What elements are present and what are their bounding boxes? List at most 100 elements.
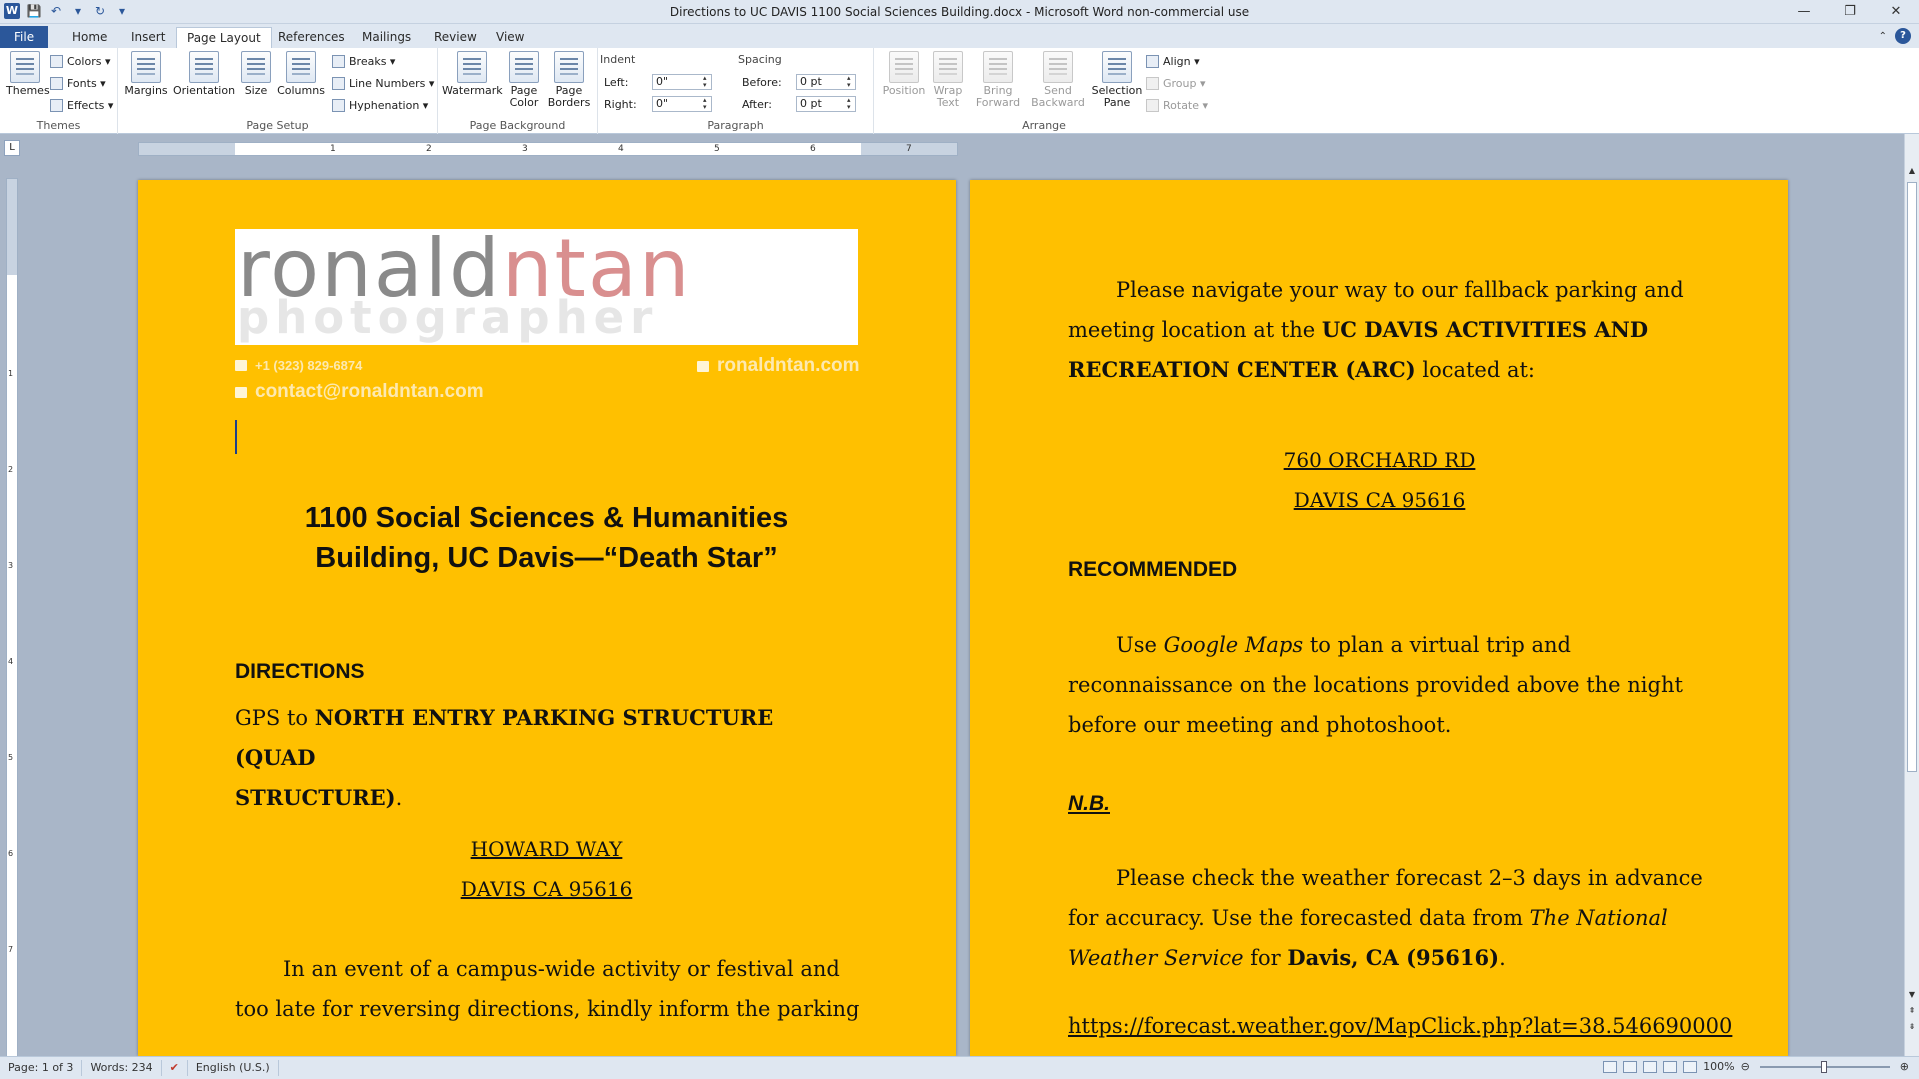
align-button[interactable]: Align ▾ (1146, 52, 1200, 70)
vruler-number: 7 (8, 945, 14, 954)
language-indicator[interactable]: English (U.S.) (188, 1060, 279, 1076)
size-icon (241, 51, 271, 83)
group-page-background: Watermark Page Color Page Borders Page B… (438, 48, 598, 134)
status-bar: Page: 1 of 3 Words: 234 ✔ English (U.S.)… (0, 1056, 1919, 1079)
web-layout-view-icon[interactable] (1643, 1060, 1658, 1073)
directions-heading: DIRECTIONS (235, 660, 365, 683)
orientation-button[interactable]: Orientation (172, 51, 236, 97)
hyphenation-button[interactable]: Hyphenation ▾ (332, 96, 428, 114)
scroll-down-icon[interactable]: ▼ (1905, 990, 1919, 1002)
window-title: Directions to UC DAVIS 1100 Social Scien… (669, 5, 1250, 19)
maximize-button[interactable]: ❐ (1827, 0, 1873, 24)
zoom-slider-knob[interactable] (1820, 1060, 1827, 1073)
indent-right-input[interactable]: 0" (652, 96, 712, 112)
text-cursor (235, 420, 237, 454)
zoom-in-icon[interactable]: ⊕ (1900, 1060, 1909, 1073)
selection-pane-button[interactable]: Selection Pane (1090, 51, 1144, 109)
arc-address-line-1: 760 ORCHARD RD (1283, 448, 1476, 472)
zoom-out-icon[interactable]: ⊖ (1741, 1060, 1750, 1073)
page-color-button[interactable]: Page Color (504, 51, 544, 109)
minimize-button[interactable]: — (1781, 0, 1827, 24)
outline-view-icon[interactable] (1663, 1060, 1678, 1073)
ruler-number: 1 (330, 144, 336, 154)
tab-review[interactable]: Review (424, 27, 487, 48)
vertical-scrollbar[interactable]: ▲ ▼ ⇞ ⇟ (1904, 134, 1919, 1056)
tab-insert[interactable]: Insert (121, 27, 175, 48)
print-layout-view-icon[interactable] (1603, 1060, 1618, 1073)
scrollbar-thumb[interactable] (1907, 182, 1917, 772)
send-backward-button[interactable]: Send Backward (1028, 51, 1088, 109)
vertical-ruler-margin (7, 179, 17, 275)
page-color-icon (509, 51, 539, 83)
spacing-before-spinner: Before: 0 pt (742, 74, 856, 90)
navigate-paragraph: Please navigate your way to our fallback… (1068, 278, 1684, 382)
arc-address-line-2: DAVIS CA 95616 (1293, 488, 1466, 512)
tab-mailings[interactable]: Mailings (352, 27, 421, 48)
rotate-button[interactable]: Rotate ▾ (1146, 96, 1208, 114)
web-icon (697, 360, 709, 372)
ruler-number: 2 (426, 144, 432, 154)
orientation-icon (189, 51, 219, 83)
weather-url-link[interactable]: https://forecast.weather.gov/MapClick.ph… (1068, 1006, 1732, 1046)
tab-references[interactable]: References (268, 27, 355, 48)
effects-button[interactable]: Effects ▾ (50, 96, 113, 114)
tab-page-layout[interactable]: Page Layout (176, 27, 272, 48)
document-page-1[interactable]: ronaldntan photographer +1 (323) 829-687… (138, 180, 956, 1056)
line-numbers-button[interactable]: Line Numbers ▾ (332, 74, 434, 92)
page-count[interactable]: Page: 1 of 3 (0, 1060, 83, 1076)
ruler-number: 5 (714, 144, 720, 154)
wrap-text-button[interactable]: Wrap Text (928, 51, 968, 109)
zoom-level[interactable]: 100% (1703, 1060, 1734, 1073)
page-borders-button[interactable]: Page Borders (546, 51, 592, 109)
photographer-logo: ronaldntan photographer (235, 229, 858, 345)
columns-button[interactable]: Columns (276, 51, 326, 97)
word-count[interactable]: Words: 234 (82, 1060, 162, 1076)
selection-pane-icon (1102, 51, 1132, 83)
minimize-ribbon-icon[interactable]: ⌃ (1879, 31, 1887, 42)
zoom-slider[interactable] (1759, 1060, 1890, 1073)
margins-button[interactable]: Margins (124, 51, 168, 97)
draft-view-icon[interactable] (1683, 1060, 1698, 1073)
full-screen-view-icon[interactable] (1623, 1060, 1638, 1073)
indent-label: Indent (600, 53, 636, 66)
proofing-icon[interactable]: ✔ (162, 1060, 188, 1076)
title-bar: W 💾 ↶ ▾ ↻ ▾ Directions to UC DAVIS 1100 … (0, 0, 1919, 24)
group-label: Themes (36, 119, 81, 132)
vruler-number: 3 (8, 561, 14, 570)
close-button[interactable]: ✕ (1873, 0, 1919, 24)
position-button[interactable]: Position (882, 51, 926, 97)
tab-home[interactable]: Home (62, 27, 117, 48)
group-label: Page Setup (246, 119, 309, 132)
margins-icon (131, 51, 161, 83)
indent-left-input[interactable]: 0" (652, 74, 712, 90)
tab-file[interactable]: File (0, 26, 49, 48)
prev-page-icon[interactable]: ⇞ (1905, 1006, 1919, 1018)
scroll-up-icon[interactable]: ▲ (1905, 166, 1919, 178)
group-icon (1146, 76, 1159, 90)
website-text: ronaldntan.com (717, 355, 860, 376)
themes-button[interactable]: Themes (6, 51, 50, 97)
spacing-before-input[interactable]: 0 pt (796, 74, 856, 90)
next-page-icon[interactable]: ⇟ (1905, 1022, 1919, 1034)
event-paragraph: In an event of a campus-wide activity or… (235, 957, 860, 1021)
phone-line: +1 (323) 829-6874 (235, 358, 362, 373)
vertical-ruler[interactable]: 1 2 3 4 5 6 7 (6, 178, 18, 1058)
group-button[interactable]: Group ▾ (1146, 74, 1206, 92)
colors-button[interactable]: Colors ▾ (50, 52, 110, 70)
breaks-button[interactable]: Breaks ▾ (332, 52, 395, 70)
help-icon[interactable]: ? (1895, 28, 1911, 44)
spacing-after-input[interactable]: 0 pt (796, 96, 856, 112)
address-line-2: DAVIS CA 95616 (460, 877, 633, 901)
size-button[interactable]: Size (240, 51, 272, 97)
tab-selector[interactable]: L (4, 140, 20, 156)
fonts-button[interactable]: Fonts ▾ (50, 74, 106, 92)
document-page-2[interactable]: Please navigate your way to our fallback… (970, 180, 1788, 1056)
bring-forward-button[interactable]: Bring Forward (970, 51, 1026, 109)
horizontal-ruler[interactable]: 1 2 3 4 5 6 7 (138, 142, 958, 156)
vruler-number: 6 (8, 849, 14, 858)
watermark-button[interactable]: Watermark (442, 51, 503, 97)
tab-view[interactable]: View (486, 27, 534, 48)
line-numbers-icon (332, 76, 345, 90)
bring-forward-icon (983, 51, 1013, 83)
ribbon: Themes Colors ▾ Fonts ▾ Effects ▾ Themes… (0, 48, 1919, 134)
